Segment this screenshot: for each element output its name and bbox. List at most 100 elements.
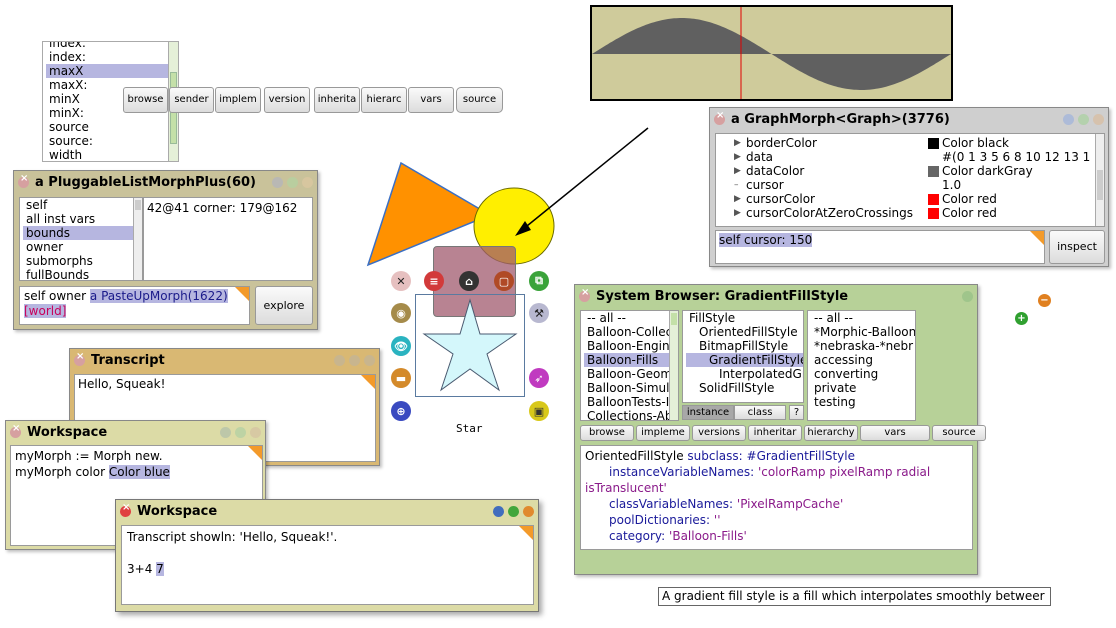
menu-icon[interactable]: [302, 176, 313, 188]
inspector-row[interactable]: ▶ cursorColorAtZeroCrossings Color red: [716, 206, 1104, 220]
close-icon[interactable]: [74, 351, 85, 366]
expand-icon[interactable]: +: [1015, 312, 1028, 325]
protocol-item[interactable]: -- all --: [811, 311, 915, 325]
list-item[interactable]: source:: [46, 134, 178, 148]
inspector-row[interactable]: ▶ cursorColor Color red: [716, 192, 1104, 206]
class-item[interactable]: SolidFillStyle: [686, 381, 803, 395]
browser-impleme-button[interactable]: impleme: [636, 425, 690, 441]
expand-icon[interactable]: [508, 505, 519, 517]
dogear-icon[interactable]: [519, 526, 533, 540]
close-icon[interactable]: [10, 423, 21, 438]
inheritance-button[interactable]: inherita: [314, 87, 360, 113]
category-item[interactable]: Balloon-Geom: [584, 367, 678, 381]
source-button[interactable]: source: [456, 87, 503, 113]
class-item[interactable]: OrientedFillStyle: [686, 325, 803, 339]
protocol-item[interactable]: testing: [811, 395, 915, 409]
inspector-value-pane[interactable]: 42@41 corner: 179@162: [143, 197, 313, 281]
delete-halo-icon[interactable]: ✕: [391, 271, 411, 291]
collapse-icon[interactable]: [493, 505, 504, 517]
star-morph[interactable]: [416, 296, 524, 396]
protocol-item[interactable]: *Morphic-Balloon: [811, 325, 915, 339]
senders-button[interactable]: sender: [169, 87, 214, 113]
expand-arrow-icon[interactable]: ▶: [734, 136, 741, 150]
list-item[interactable]: maxX: [46, 64, 178, 78]
debug-halo-icon[interactable]: ◉: [391, 303, 411, 323]
browse-button[interactable]: browse: [123, 87, 168, 113]
inspector-field-item[interactable]: all inst vars: [23, 212, 142, 226]
expand-icon[interactable]: [235, 426, 246, 438]
workspace-titlebar[interactable]: Workspace: [6, 421, 265, 443]
category-list[interactable]: -- all -- Balloon-Collec Balloon-Engine Bal…: [580, 310, 679, 421]
color-halo-icon[interactable]: ➶: [529, 368, 549, 388]
workspace-text-pane[interactable]: Transcript showln: 'Hello, Squeak!'. 3+4…: [121, 525, 534, 605]
protocol-item[interactable]: *nebraska-*nebr: [811, 339, 915, 353]
dogear-icon[interactable]: [248, 446, 262, 460]
hierarchy-button[interactable]: hierarc: [361, 87, 407, 113]
inspector-field-item[interactable]: bounds: [23, 226, 142, 240]
close-icon[interactable]: [18, 173, 29, 188]
class-item[interactable]: FillStyle: [686, 311, 803, 325]
implementors-button[interactable]: implem: [215, 87, 261, 113]
browser-hierarchy-button[interactable]: hierarchy: [804, 425, 858, 441]
pickup-halo-icon[interactable]: ⌂: [459, 271, 479, 291]
category-item[interactable]: BalloonTests-I: [584, 395, 678, 409]
resize-halo-icon[interactable]: ▣: [529, 401, 549, 421]
browser-versions-button[interactable]: versions: [692, 425, 746, 441]
graph-fields-pane[interactable]: ▶ borderColor Color black ▶ data #(0 1 3 5 6 …: [715, 133, 1105, 227]
close-icon[interactable]: [714, 110, 725, 125]
menu-icon[interactable]: [250, 426, 261, 438]
inspector-eval-pane[interactable]: self owner a PasteUpMorph(1622) [world]: [19, 286, 250, 325]
inspect-button[interactable]: inspect: [1049, 230, 1105, 264]
collapse-icon[interactable]: [334, 354, 345, 366]
class-item[interactable]: BitmapFillStyle: [686, 339, 803, 353]
list-item[interactable]: index:: [46, 50, 178, 64]
category-item[interactable]: Balloon-Engine: [584, 339, 678, 353]
versions-button[interactable]: version: [264, 87, 310, 113]
duplicate-halo-icon[interactable]: ⧉: [529, 271, 549, 291]
class-list[interactable]: FillStyle OrientedFillStyle BitmapFillStyl…: [682, 310, 804, 403]
list-item[interactable]: width: [46, 148, 178, 161]
rotate-halo-icon[interactable]: ⊕: [391, 401, 411, 421]
transcript-titlebar[interactable]: Transcript: [70, 349, 379, 371]
category-item[interactable]: Balloon-Collec: [584, 325, 678, 339]
list-scrollbar[interactable]: [1095, 134, 1104, 226]
menu-icon[interactable]: −: [1038, 294, 1051, 307]
inspector-field-item[interactable]: fullBounds: [23, 268, 142, 280]
inspector-row[interactable]: ▶ data #(0 1 3 5 6 8 10 12 13 1: [716, 150, 1104, 164]
inspector-row[interactable]: ▶ dataColor Color darkGray: [716, 164, 1104, 178]
collapse-icon[interactable]: [272, 176, 283, 188]
category-item[interactable]: Collections-Ab: [584, 409, 678, 420]
protocol-item[interactable]: private: [811, 381, 915, 395]
collapse-halo-icon[interactable]: ▢: [494, 271, 514, 291]
shrink-halo-icon[interactable]: ▬: [391, 368, 411, 388]
graph-inspector-titlebar[interactable]: a GraphMorph<Graph>(3776): [710, 108, 1108, 130]
browser-inheritar-button[interactable]: inheritar: [748, 425, 802, 441]
arrow-morph[interactable]: [521, 127, 649, 231]
list-item[interactable]: source: [46, 120, 178, 134]
dogear-icon[interactable]: [235, 287, 249, 301]
inspector-row[interactable]: – cursor 1.0: [716, 178, 1104, 192]
list-item[interactable]: index:: [46, 42, 178, 50]
expand-icon[interactable]: [287, 176, 298, 188]
protocol-item[interactable]: accessing: [811, 353, 915, 367]
menu-icon[interactable]: [523, 505, 534, 517]
workspace-titlebar[interactable]: Workspace: [116, 500, 538, 522]
category-item[interactable]: Balloon-Fills: [584, 353, 678, 367]
instance-toggle[interactable]: instance: [682, 405, 734, 420]
list-scrollbar[interactable]: [669, 311, 678, 420]
expand-arrow-icon[interactable]: ▶: [734, 164, 741, 178]
expand-arrow-icon[interactable]: ▶: [734, 206, 741, 220]
inspector-titlebar[interactable]: a PluggableListMorphPlus(60): [14, 171, 317, 193]
tools-halo-icon[interactable]: ⚒: [529, 303, 549, 323]
protocol-item[interactable]: converting: [811, 367, 915, 381]
explore-button[interactable]: explore: [255, 286, 313, 325]
browser-vars-button[interactable]: vars: [860, 425, 930, 441]
inspector-row[interactable]: ▶ borderColor Color black: [716, 136, 1104, 150]
menu-icon[interactable]: [364, 354, 375, 366]
dogear-icon[interactable]: [361, 375, 375, 389]
expand-arrow-icon[interactable]: ▶: [734, 150, 741, 164]
browser-source-button[interactable]: source: [932, 425, 986, 441]
category-item[interactable]: Balloon-Simula: [584, 381, 678, 395]
list-scrollbar[interactable]: [133, 198, 142, 280]
protocol-list[interactable]: -- all -- *Morphic-Balloon *nebraska-*nebr…: [807, 310, 916, 421]
